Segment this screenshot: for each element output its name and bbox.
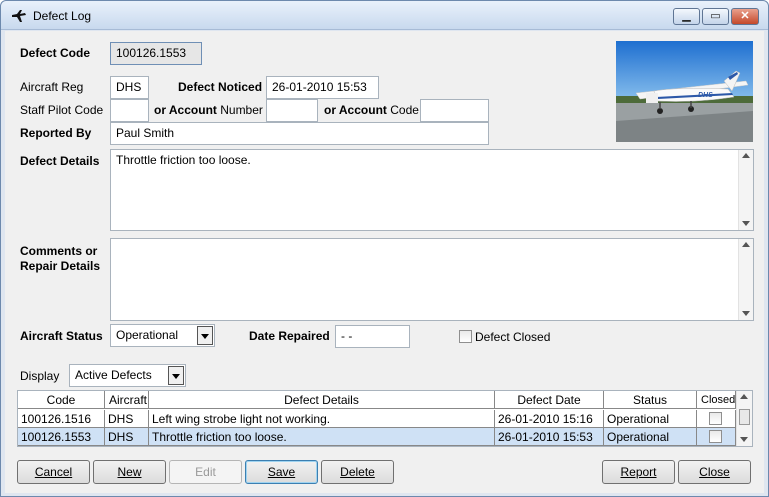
account-code-label-bold: or Account (324, 103, 387, 117)
defect-noticed-field[interactable]: 26-01-2010 15:53 (266, 76, 379, 99)
cell-aircraft: DHS (105, 428, 149, 446)
account-code-label-rest: Code (386, 103, 419, 117)
scroll-up-icon (740, 394, 748, 399)
defect-details-scrollbar[interactable] (738, 150, 753, 230)
close-button[interactable]: Close (678, 460, 751, 484)
aircraft-reg-label: Aircraft Reg (20, 80, 84, 94)
cancel-label: Cancel (34, 465, 73, 479)
defect-log-window: Defect Log ▁ ▭ ✕ Defect Code 100126.1553… (0, 0, 769, 497)
chevron-down-icon[interactable] (168, 366, 184, 385)
account-number-label: or Account Number (154, 103, 263, 117)
edit-label: Edit (195, 465, 216, 479)
cell-code: 100126.1516 (18, 410, 105, 428)
maximize-icon: ▭ (710, 10, 721, 22)
scroll-down-icon (740, 437, 748, 442)
scroll-down-icon (742, 311, 750, 316)
aircraft-reg-field[interactable]: DHS (110, 76, 149, 99)
form-area: Defect Code 100126.1553 Aircraft Reg DHS… (5, 31, 764, 493)
comments-label-line2: Repair Details (20, 259, 101, 273)
edit-button[interactable]: Edit (169, 460, 242, 484)
account-code-field[interactable] (420, 99, 489, 122)
reported-by-label: Reported By (20, 126, 92, 140)
cell-closed (697, 428, 736, 446)
scroll-up-icon (742, 153, 750, 158)
title-bar: Defect Log ▁ ▭ ✕ (1, 1, 768, 30)
aircraft-photo: DHS (616, 41, 753, 142)
column-header-aircraft[interactable]: Aircraft (105, 391, 149, 409)
report-button[interactable]: Report (602, 460, 675, 484)
defect-code-label: Defect Code (20, 46, 91, 60)
delete-label: Delete (340, 465, 375, 479)
defect-details-label: Defect Details (20, 154, 100, 168)
close-icon: ✕ (740, 10, 750, 22)
cell-code: 100126.1553 (18, 428, 105, 446)
minimize-button[interactable]: ▁ (673, 8, 700, 25)
save-label: Save (267, 465, 296, 479)
column-header-closed[interactable]: Closed (697, 391, 736, 409)
account-number-label-rest: Number (216, 103, 263, 117)
account-code-label: or Account Code (324, 103, 419, 117)
grid-scrollbar[interactable] (736, 391, 752, 446)
defect-noticed-label: Defect Noticed (178, 80, 263, 94)
account-number-label-bold: or Account (154, 103, 217, 117)
defect-closed-label: Defect Closed (475, 330, 551, 344)
cell-aircraft: DHS (105, 410, 149, 428)
new-button[interactable]: New (93, 460, 166, 484)
column-header-defect-details[interactable]: Defect Details (149, 391, 495, 409)
date-repaired-field[interactable]: - - (335, 325, 410, 348)
row-closed-checkbox[interactable] (709, 430, 722, 443)
new-label: New (117, 465, 142, 479)
display-filter-value: Active Defects (75, 368, 152, 382)
grid-header: Code Aircraft Defect Details Defect Date… (18, 391, 736, 409)
cell-defect-date: 26-01-2010 15:53 (495, 428, 604, 446)
cell-defect-date: 26-01-2010 15:16 (495, 410, 604, 428)
scroll-down-icon (742, 221, 750, 226)
cell-defect-details: Throttle friction too loose. (149, 428, 495, 446)
defect-closed-checkbox[interactable] (459, 330, 472, 343)
date-repaired-label: Date Repaired (249, 329, 330, 343)
defect-code-field[interactable]: 100126.1553 (110, 42, 202, 65)
aircraft-status-select[interactable]: Operational (110, 324, 215, 347)
photo-registration-text: DHS (698, 92, 713, 99)
close-window-button[interactable]: ✕ (731, 8, 759, 25)
report-label: Report (620, 465, 657, 479)
staff-pilot-code-label: Staff Pilot Code (20, 103, 104, 117)
display-label: Display (20, 369, 60, 383)
chevron-down-icon[interactable] (197, 326, 213, 345)
comments-scrollbar[interactable] (738, 239, 753, 320)
close-label: Close (699, 465, 730, 479)
aircraft-status-label: Aircraft Status (20, 329, 103, 343)
maximize-button[interactable]: ▭ (702, 8, 729, 25)
cancel-button[interactable]: Cancel (17, 460, 90, 484)
comments-label-line1: Comments or (20, 244, 98, 258)
cell-closed (697, 410, 736, 428)
row-closed-checkbox[interactable] (709, 412, 722, 425)
comments-memo[interactable] (110, 238, 754, 321)
account-number-field[interactable] (266, 99, 318, 122)
aircraft-status-value: Operational (116, 328, 179, 342)
scroll-up-icon (742, 242, 750, 247)
staff-pilot-code-field[interactable] (110, 99, 149, 122)
defect-details-text: Throttle friction too loose. (116, 153, 251, 167)
cell-status: Operational (604, 410, 697, 428)
defects-grid[interactable]: Code Aircraft Defect Details Defect Date… (17, 390, 753, 447)
display-filter-select[interactable]: Active Defects (69, 364, 186, 387)
cell-defect-details: Left wing strobe light not working. (149, 410, 495, 428)
table-row[interactable]: 100126.1553 DHS Throttle friction too lo… (18, 428, 736, 446)
column-header-code[interactable]: Code (18, 391, 105, 409)
window-title: Defect Log (33, 9, 92, 23)
column-header-defect-date[interactable]: Defect Date (495, 391, 604, 409)
delete-button[interactable]: Delete (321, 460, 394, 484)
defect-details-memo[interactable]: Throttle friction too loose. (110, 149, 754, 231)
cell-status: Operational (604, 428, 697, 446)
table-row[interactable]: 100126.1516 DHS Left wing strobe light n… (18, 410, 736, 428)
column-header-status[interactable]: Status (604, 391, 697, 409)
scroll-thumb[interactable] (739, 409, 750, 425)
save-button[interactable]: Save (245, 460, 318, 484)
plane-icon (12, 10, 26, 22)
minimize-icon: ▁ (682, 10, 691, 22)
reported-by-field[interactable]: Paul Smith (110, 122, 489, 145)
